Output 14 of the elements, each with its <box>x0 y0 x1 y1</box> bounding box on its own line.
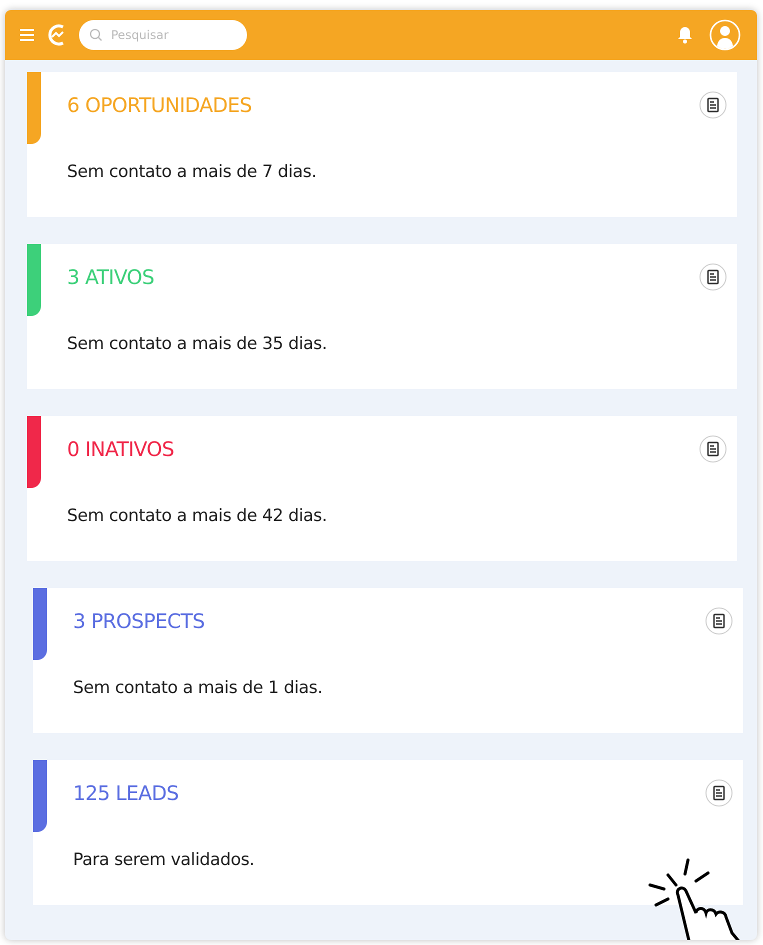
search-field[interactable]: Pesquisar <box>79 20 247 50</box>
card-description: Sem contato a mais de 7 dias. <box>67 162 318 182</box>
card-description: Para serem validados. <box>73 850 256 870</box>
document-icon[interactable] <box>705 607 733 635</box>
card-description: Sem contato a mais de 1 dias. <box>73 678 324 698</box>
card-description: Sem contato a mais de 35 dias. <box>67 334 328 354</box>
card-title[interactable]: 125 LEADS <box>73 781 179 805</box>
document-icon[interactable] <box>699 263 727 291</box>
document-icon[interactable] <box>699 91 727 119</box>
card-description: Sem contato a mais de 42 dias. <box>67 506 328 526</box>
document-icon[interactable] <box>699 435 727 463</box>
document-icon[interactable] <box>705 779 733 807</box>
card-title[interactable]: 3 PROSPECTS <box>73 609 205 633</box>
card-title[interactable]: 0 INATIVOS <box>67 437 174 461</box>
